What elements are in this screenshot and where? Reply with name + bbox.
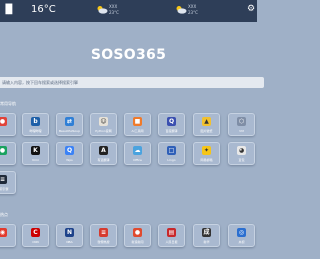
green-circle-icon: ● — [0, 146, 7, 155]
search-bar[interactable] — [0, 77, 264, 88]
shortcut-label: 搜索引擎 — [0, 187, 9, 191]
python-face-icon: ☺ — [99, 117, 108, 126]
shortcut-label: 网易邮箱 — [200, 158, 213, 162]
shortcut-tile[interactable]: ◕ 豆包 — [228, 142, 255, 165]
shortcut-tile[interactable]: ◉ — [0, 224, 16, 247]
globe-icon: ◎ — [237, 228, 246, 237]
shortcut-label: 央视 — [238, 240, 245, 244]
shortcut-tile[interactable]: ▲ 图片壁纸 — [193, 113, 220, 136]
shortcut-tile[interactable]: Q 百度翻译 — [158, 113, 185, 136]
shortcut-label: NBA — [66, 240, 73, 244]
shortcut-tile[interactable]: C CNN — [22, 224, 49, 247]
shortcut-label: 豆包 — [238, 158, 245, 162]
weather-line1: XXX — [109, 4, 118, 9]
shortcut-label: Kimi — [32, 158, 39, 162]
shortcut-label: 百度翻译 — [165, 129, 178, 133]
shortcut-label: 新浪新闻 — [131, 240, 144, 244]
cnn-logo-icon: C — [31, 228, 40, 237]
shortcut-tile[interactable]: ≡ 微博热搜 — [90, 224, 117, 247]
shortcut-tile[interactable]: K Kimi — [22, 142, 49, 165]
red-circle-icon: ● — [0, 117, 7, 126]
top-bar: ▐▌ 16°C XXX 23°C XXX 23°C ⚙ — [0, 0, 257, 22]
ball-icon: ● — [133, 228, 142, 237]
section-title: 热点 — [0, 212, 8, 217]
newspaper-icon: ▤ — [167, 228, 176, 237]
shortcut-tile[interactable]: ● — [0, 113, 16, 136]
character-icon: 成 — [202, 228, 211, 237]
magnifier-icon: Q — [167, 117, 176, 126]
bars-icon: ≡ — [0, 175, 7, 184]
partly-cloudy-icon — [97, 6, 108, 14]
shortcut-label: Office — [133, 158, 142, 162]
nba-logo-icon: N — [65, 228, 74, 237]
shortcut-tile[interactable]: ■ AI工具网 — [124, 113, 151, 136]
shortcut-label: 有道翻译 — [97, 158, 110, 162]
cloud-icon: ☁ — [133, 146, 142, 155]
shortcut-tile[interactable]: ☺ Python官网 — [90, 113, 117, 136]
gear-icon[interactable]: ⚙ — [247, 4, 257, 14]
shortcut-tile[interactable]: ≡ 搜索引擎 — [0, 171, 16, 194]
orange-square-icon: ■ — [133, 117, 142, 126]
a-logo-icon: A — [99, 146, 108, 155]
hexagon-icon: ⬡ — [237, 117, 246, 126]
shortcut-label: BeautifulSoup — [59, 129, 80, 133]
bilibili-icon: b — [31, 117, 40, 126]
section-title: 常用导航 — [0, 101, 16, 106]
site-title: SOSO365 — [90, 47, 167, 63]
weather-line1: XXX — [188, 4, 197, 9]
shortcut-tile[interactable]: ● — [0, 142, 16, 165]
q-logo-icon: Q — [65, 146, 74, 155]
weather-line2: 23°C — [188, 10, 198, 15]
shortcut-tile[interactable]: □ Lingo — [158, 142, 185, 165]
shortcut-tile[interactable]: ✦ 网易邮箱 — [193, 142, 220, 165]
shortcut-tile[interactable]: ● 新浪新闻 — [124, 224, 151, 247]
shortcut-label: Wps — [66, 158, 73, 162]
shortcut-label: 微博热搜 — [97, 240, 110, 244]
lines-icon: ≡ — [99, 228, 108, 237]
shortcut-tile[interactable]: b 哔哩哔哩 — [22, 113, 49, 136]
shortcut-tile[interactable]: ▤ 人民日报 — [158, 224, 185, 247]
shortcut-label: 人民日报 — [165, 240, 178, 244]
partly-cloudy-icon — [176, 6, 187, 14]
shortcut-label: CNN — [32, 240, 39, 244]
red-logo-icon: ◉ — [0, 228, 7, 237]
landscape-icon: ▲ — [202, 117, 211, 126]
shortcut-tile[interactable]: ◎ 央视 — [228, 224, 255, 247]
shortcut-tile[interactable]: Q Wps — [56, 142, 83, 165]
shortcut-tile[interactable]: 成新华 — [193, 224, 220, 247]
shortcut-label: 新华 — [203, 240, 210, 244]
shortcut-label: VM — [239, 129, 244, 133]
shortcut-label: 哔哩哔哩 — [29, 129, 42, 133]
shortcut-label: 图片壁纸 — [200, 129, 213, 133]
shortcut-tile[interactable]: N NBA — [56, 224, 83, 247]
k-logo-icon: K — [31, 146, 40, 155]
weather-line2: 23°C — [109, 10, 119, 15]
shortcut-tile[interactable]: ⇄ BeautifulSoup — [56, 113, 83, 136]
shortcut-label: Lingo — [167, 158, 176, 162]
shortcut-label: Python官网 — [95, 129, 112, 133]
search-input[interactable] — [2, 77, 242, 88]
bee-icon: ✦ — [202, 146, 211, 155]
bird-icon: ◕ — [237, 146, 246, 155]
shortcut-label: AI工具网 — [131, 129, 144, 133]
square-icon: □ — [167, 146, 176, 155]
shortcut-tile[interactable]: ☁ Office — [124, 142, 151, 165]
shortcut-tile[interactable]: A 有道翻译 — [90, 142, 117, 165]
menu-icon[interactable]: ▐▌ — [2, 3, 16, 17]
current-temperature: 16°C — [31, 4, 56, 15]
shortcut-tile[interactable]: ⬡ VM — [228, 113, 255, 136]
swap-icon: ⇄ — [65, 117, 74, 126]
